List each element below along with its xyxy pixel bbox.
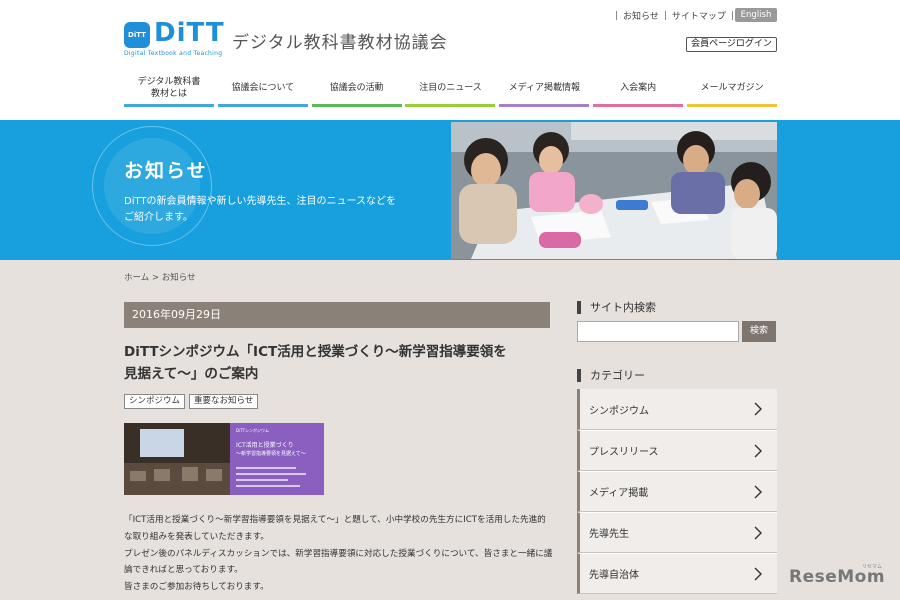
nav-item-activities[interactable]: 協議会の活動 bbox=[311, 74, 402, 107]
ditt-logo[interactable]: DiTT DiTT Digital Textbook and Teaching bbox=[124, 18, 224, 58]
category-heading: カテゴリー bbox=[577, 369, 645, 382]
thumb-title-line: ～新学習指導要領を見据えて～ bbox=[236, 450, 306, 457]
site-header: DiTT DiTT Digital Textbook and Teaching … bbox=[0, 0, 900, 120]
thumb-title-line: ICT活用と授業づくり bbox=[236, 441, 294, 449]
nav-label: 協議会の活動 bbox=[329, 83, 384, 94]
resemom-watermark: ReseMom bbox=[789, 567, 886, 587]
nav-label: デジタル教科書 教材とは bbox=[138, 77, 201, 100]
hero-description-line: DiTTの新会員情報や新しい先導先生、注目のニュースなどを bbox=[124, 196, 397, 207]
util-link-news[interactable]: お知らせ bbox=[623, 9, 659, 22]
site-search-input[interactable] bbox=[577, 321, 739, 342]
body-line: 「ICT活用と授業づくり～新学習指導要領を見据えて～」と題して、小中学校の先生方… bbox=[124, 515, 546, 525]
search-button[interactable]: 検索 bbox=[742, 321, 776, 342]
chevron-right-icon bbox=[754, 485, 762, 499]
hero-photo-children-studying bbox=[451, 122, 777, 259]
category-label: メディア掲載 bbox=[589, 488, 649, 499]
body-line: プレゼン後のパネルディスカッションでは、新学習指導要領に対応した授業づくりについ… bbox=[124, 548, 553, 559]
article-body: 「ICT活用と授業づくり～新学習指導要領を見据えて～」と題して、小中学校の先生方… bbox=[124, 512, 554, 596]
global-nav: デジタル教科書 教材とは 協議会について 協議会の活動 注目のニュース メディア掲… bbox=[124, 74, 777, 108]
nav-item-membership[interactable]: 入会案内 bbox=[593, 74, 684, 107]
category-label: プレスリリース bbox=[589, 447, 659, 458]
thumbnail-graphic: DiTTシンポジウム ICT活用と授業づくり ～新学習指導要領を見据えて～ bbox=[124, 423, 324, 495]
hero-photo-illustration bbox=[451, 122, 777, 259]
nav-label: メディア掲載情報 bbox=[508, 83, 580, 94]
nav-label-line2: 教材とは bbox=[150, 89, 187, 99]
nav-label: 協議会について bbox=[231, 83, 295, 94]
category-item-media[interactable]: メディア掲載 bbox=[577, 471, 777, 512]
article-title-line: 見据えて～」のご案内 bbox=[124, 365, 259, 382]
nav-label: 注目のニュース bbox=[419, 83, 482, 94]
breadcrumb-separator: > bbox=[151, 273, 160, 283]
logo-mark: DiTT bbox=[124, 22, 150, 48]
chevron-right-icon bbox=[754, 444, 762, 458]
hero-description-line: ご紹介します。 bbox=[124, 212, 193, 223]
logo-subtitle: Digital Textbook and Teaching bbox=[124, 50, 223, 57]
nav-item-media-coverage[interactable]: メディア掲載情報 bbox=[499, 74, 590, 107]
category-item-leading-municipalities[interactable]: 先導自治体 bbox=[577, 553, 777, 594]
breadcrumb-current: お知らせ bbox=[161, 273, 196, 283]
article-thumbnail[interactable]: DiTTシンポジウム ICT活用と授業づくり ～新学習指導要領を見据えて～ bbox=[124, 423, 324, 495]
category-label: 先導自治体 bbox=[589, 570, 639, 581]
tag-symposium[interactable]: シンポジウム bbox=[124, 394, 186, 409]
site-search-heading: サイト内検索 bbox=[577, 301, 656, 314]
category-item-press-release[interactable]: プレスリリース bbox=[577, 430, 777, 471]
main-content: ホーム > お知らせ 2016年09月29日 DiTTシンポジウム「ICT活用と… bbox=[0, 260, 900, 600]
nav-item-about-council[interactable]: 協議会について bbox=[217, 74, 308, 107]
nav-label: 入会案内 bbox=[620, 83, 657, 94]
organization-name: デジタル教科書教材協議会 bbox=[232, 33, 448, 53]
hero-banner: お知らせ DiTTの新会員情報や新しい先導先生、注目のニュースなどを ご紹介しま… bbox=[0, 120, 900, 260]
breadcrumb-home[interactable]: ホーム bbox=[124, 273, 149, 283]
tag-important-notice[interactable]: 重要なお知らせ bbox=[189, 394, 259, 409]
nav-label: メールマガジン bbox=[700, 83, 764, 94]
category-list: シンポジウム プレスリリース メディア掲載 先導先生 先導自治体 bbox=[577, 389, 777, 594]
hero-description: DiTTの新会員情報や新しい先導先生、注目のニュースなどを ご紹介します。 bbox=[124, 194, 424, 226]
article-title-line: DiTTシンポジウム「ICT活用と授業づくり～新学習指導要領を bbox=[124, 344, 507, 360]
nav-item-mail-magazine[interactable]: メールマガジン bbox=[686, 74, 777, 107]
separator: | bbox=[615, 10, 619, 21]
logo-text: DiTT bbox=[154, 18, 225, 48]
article-title: DiTTシンポジウム「ICT活用と授業づくり～新学習指導要領を 見据えて～」のご… bbox=[124, 342, 554, 385]
body-line: 論できればと思っております。 bbox=[124, 565, 243, 576]
body-line: な取り組みを発表していただきます。 bbox=[124, 531, 269, 542]
hero-title: お知らせ bbox=[124, 160, 208, 182]
util-link-sitemap[interactable]: サイトマップ bbox=[672, 9, 726, 22]
member-login-button[interactable]: 会員ページログイン bbox=[686, 37, 777, 52]
separator: | bbox=[663, 10, 667, 21]
chevron-right-icon bbox=[754, 567, 762, 581]
utility-links: | お知らせ | サイトマップ | bbox=[610, 9, 739, 23]
separator: | bbox=[730, 10, 734, 21]
chevron-right-icon bbox=[754, 526, 762, 540]
nav-label-line1: デジタル教科書 bbox=[137, 77, 201, 88]
nav-item-about-digital-textbooks[interactable]: デジタル教科書 教材とは bbox=[124, 74, 214, 107]
article-tags: シンポジウム 重要なお知らせ bbox=[124, 394, 259, 409]
chevron-right-icon bbox=[754, 402, 762, 416]
nav-item-featured-news[interactable]: 注目のニュース bbox=[405, 74, 496, 107]
category-label: 先導先生 bbox=[589, 529, 629, 540]
english-button[interactable]: English bbox=[735, 8, 777, 22]
resemom-watermark-kana: リセマム bbox=[862, 564, 883, 570]
thumb-caption-small: DiTTシンポジウム bbox=[236, 427, 269, 433]
body-line: 皆さまのご参加お待ちしております。 bbox=[124, 582, 269, 592]
article-date: 2016年09月29日 bbox=[124, 302, 550, 328]
category-label: シンポジウム bbox=[589, 405, 649, 417]
category-item-symposium[interactable]: シンポジウム bbox=[577, 389, 777, 430]
category-item-leading-teachers[interactable]: 先導先生 bbox=[577, 512, 777, 553]
breadcrumb: ホーム > お知らせ bbox=[124, 271, 196, 283]
